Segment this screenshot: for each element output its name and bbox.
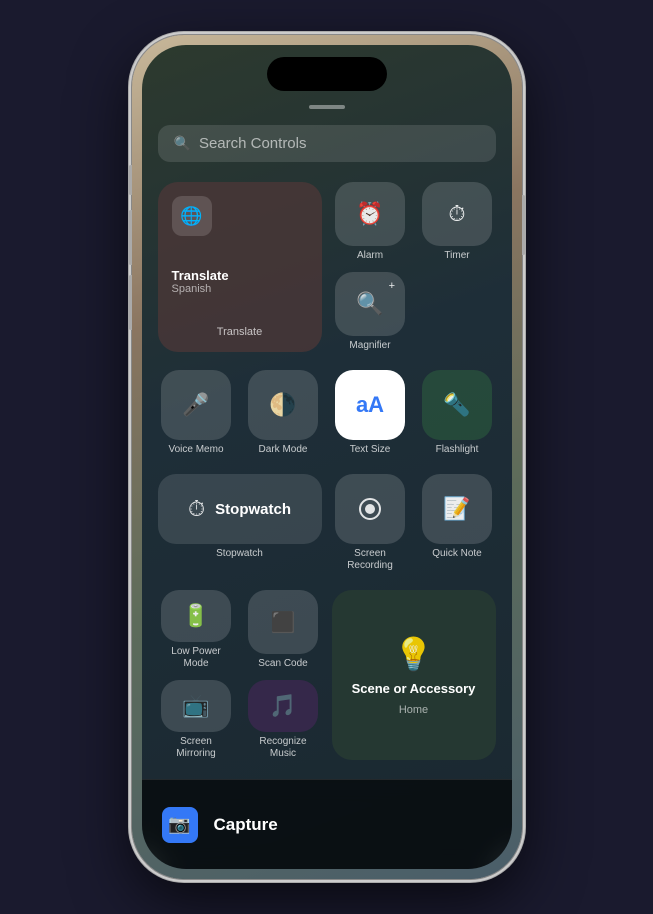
dark-mode-cell: 🌗 Dark Mode bbox=[245, 370, 322, 456]
translate-subtitle: Spanish bbox=[172, 283, 308, 295]
scan-code-btn[interactable]: ⬛ bbox=[248, 590, 318, 654]
translate-name: Translate bbox=[172, 268, 308, 283]
timer-cell: ⏱ Timer bbox=[419, 182, 496, 262]
alarm-label: Alarm bbox=[357, 250, 383, 262]
plus-icon: + bbox=[389, 280, 395, 292]
low-power-label: Low PowerMode bbox=[171, 646, 220, 670]
scan-code-label: Scan Code bbox=[258, 658, 307, 670]
home-label: Scene or Accessory bbox=[352, 681, 476, 696]
capture-label: Capture bbox=[214, 815, 278, 835]
timer-label: Timer bbox=[444, 250, 469, 262]
bottom-bar: 📷 Capture bbox=[142, 779, 512, 869]
text-size-cell: aA Text Size bbox=[332, 370, 409, 456]
scan-code-icon: ⬛ bbox=[271, 610, 296, 635]
screen-mirroring-icon: 📺 bbox=[182, 693, 209, 719]
magnifier-icon: 🔍 bbox=[356, 291, 383, 317]
voice-memo-cell: 🎤 Voice Memo bbox=[158, 370, 235, 456]
flashlight-icon: 🔦 bbox=[443, 392, 470, 418]
low-power-cell: 🔋 Low PowerMode bbox=[158, 590, 235, 670]
stopwatch-cell: ⏱ Stopwatch Stopwatch bbox=[158, 474, 322, 560]
stopwatch-btn[interactable]: ⏱ Stopwatch bbox=[158, 474, 322, 544]
dark-mode-icon: 🌗 bbox=[269, 392, 296, 418]
stopwatch-name: Stopwatch bbox=[215, 501, 291, 518]
timer-btn[interactable]: ⏱ bbox=[422, 182, 492, 246]
dynamic-island bbox=[267, 57, 387, 91]
timer-icon: ⏱ bbox=[448, 201, 465, 227]
screen-mirroring-btn[interactable]: 📺 bbox=[161, 680, 231, 732]
translate-footer-label: Translate bbox=[172, 326, 308, 338]
screen-recording-btn[interactable] bbox=[335, 474, 405, 544]
flashlight-btn[interactable]: 🔦 bbox=[422, 370, 492, 440]
translate-icon-area: 🌐 bbox=[172, 196, 212, 236]
home-tile[interactable]: 💡 Scene or Accessory Home bbox=[332, 590, 496, 760]
screen-mirroring-cell: 📺 ScreenMirroring bbox=[158, 680, 235, 760]
drag-indicator bbox=[309, 105, 345, 109]
stopwatch-label: Stopwatch bbox=[216, 548, 263, 560]
home-bulb-icon: 💡 bbox=[394, 635, 434, 673]
alarm-btn[interactable]: ⏰ bbox=[335, 182, 405, 246]
stopwatch-icon: ⏱ bbox=[188, 496, 205, 522]
capture-icon: 📷 bbox=[168, 814, 190, 835]
text-size-btn[interactable]: aA bbox=[335, 370, 405, 440]
content-area: 🔍 Search Controls 🌐 Translate Spanish Tr… bbox=[142, 45, 512, 869]
screen-recording-cell: ScreenRecording bbox=[332, 474, 409, 572]
quick-note-cell: 📝 Quick Note bbox=[419, 474, 496, 560]
voice-memo-label: Voice Memo bbox=[168, 444, 223, 456]
quick-note-icon: 📝 bbox=[443, 496, 470, 522]
capture-icon-box: 📷 bbox=[162, 807, 198, 843]
quick-note-btn[interactable]: 📝 bbox=[422, 474, 492, 544]
flashlight-label: Flashlight bbox=[436, 444, 479, 456]
voice-memo-btn[interactable]: 🎤 bbox=[161, 370, 231, 440]
flashlight-cell: 🔦 Flashlight bbox=[419, 370, 496, 456]
search-bar[interactable]: 🔍 Search Controls bbox=[158, 125, 496, 162]
side-button-left-vol-up[interactable] bbox=[128, 210, 132, 265]
rec-dot-inner bbox=[365, 504, 375, 514]
phone-screen: 🔍 Search Controls 🌐 Translate Spanish Tr… bbox=[142, 45, 512, 869]
home-sub: Home bbox=[399, 704, 428, 716]
dark-mode-label: Dark Mode bbox=[259, 444, 308, 456]
magnifier-label: Magnifier bbox=[349, 340, 390, 352]
text-size-label: Text Size bbox=[350, 444, 391, 456]
search-placeholder: Search Controls bbox=[199, 135, 307, 152]
scan-code-cell: ⬛ Scan Code bbox=[245, 590, 322, 670]
magnifier-cell: 🔍 + Magnifier bbox=[332, 272, 409, 352]
quick-note-label: Quick Note bbox=[432, 548, 481, 560]
magnifier-spacer bbox=[419, 272, 496, 352]
translate-tile[interactable]: 🌐 Translate Spanish Translate bbox=[158, 182, 322, 352]
side-button-left-top[interactable] bbox=[128, 165, 132, 195]
magnifier-btn[interactable]: 🔍 + bbox=[335, 272, 405, 336]
text-size-icon: aA bbox=[356, 392, 384, 418]
alarm-cell: ⏰ Alarm bbox=[332, 182, 409, 262]
recognize-music-btn[interactable]: 🎵 bbox=[248, 680, 318, 732]
low-power-btn[interactable]: 🔋 bbox=[161, 590, 231, 642]
screen-mirroring-label: ScreenMirroring bbox=[176, 736, 215, 760]
search-icon: 🔍 bbox=[174, 135, 191, 152]
recognize-music-label: RecognizeMusic bbox=[259, 736, 306, 760]
phone-outer: 🔍 Search Controls 🌐 Translate Spanish Tr… bbox=[132, 35, 522, 879]
screen-recording-label: ScreenRecording bbox=[347, 548, 393, 572]
side-button-left-vol-down[interactable] bbox=[128, 275, 132, 330]
recognize-music-icon: 🎵 bbox=[269, 693, 296, 719]
dark-mode-btn[interactable]: 🌗 bbox=[248, 370, 318, 440]
side-button-right[interactable] bbox=[522, 195, 526, 255]
alarm-icon: ⏰ bbox=[356, 201, 383, 227]
voice-memo-icon: 🎤 bbox=[182, 392, 209, 418]
rec-dot bbox=[359, 498, 381, 520]
recognize-music-cell: 🎵 RecognizeMusic bbox=[245, 680, 322, 760]
low-power-icon: 🔋 bbox=[182, 603, 209, 629]
translate-icon: 🌐 bbox=[180, 206, 202, 227]
